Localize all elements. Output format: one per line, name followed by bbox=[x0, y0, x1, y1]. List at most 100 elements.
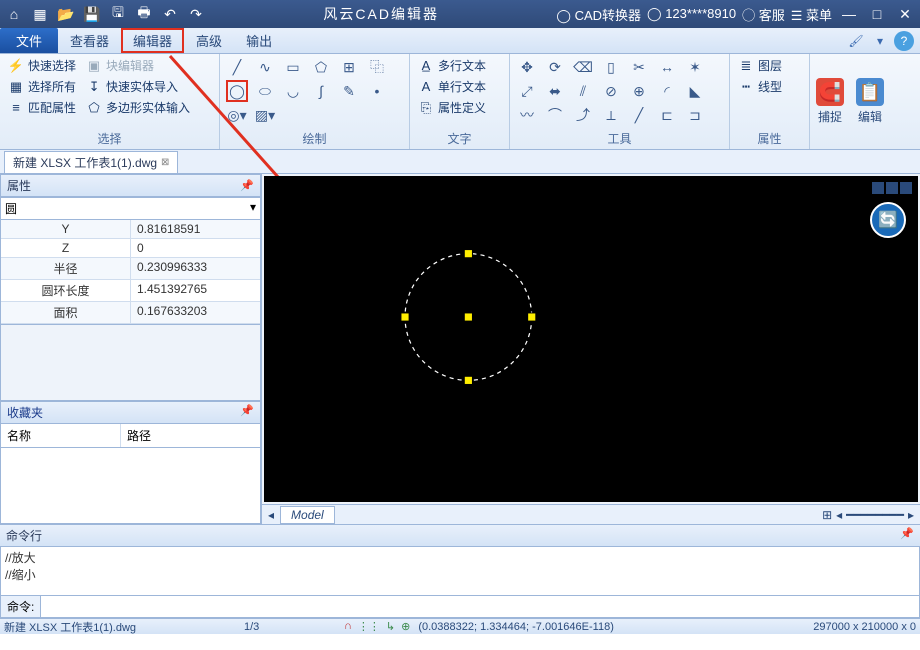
point-tool[interactable]: • bbox=[366, 80, 388, 102]
canvas-compass-icon[interactable]: 🔄 bbox=[870, 202, 906, 238]
redo-icon[interactable]: ↷ bbox=[186, 4, 206, 24]
cmd-header: 命令行📌 bbox=[0, 525, 920, 547]
save-icon[interactable]: 💾 bbox=[82, 4, 102, 24]
open-icon[interactable]: 📂 bbox=[56, 4, 76, 24]
ellipse-tool[interactable]: ⬭ bbox=[254, 80, 276, 102]
status-file: 新建 XLSX 工作表1(1).dwg bbox=[4, 619, 244, 635]
close-button[interactable]: ✕ bbox=[894, 4, 916, 24]
ring-tool[interactable]: ◎▾ bbox=[226, 104, 248, 126]
t1[interactable]: 〰 bbox=[516, 104, 538, 126]
rect-tool[interactable]: ▭ bbox=[282, 56, 304, 78]
status-fraction: 1/3 bbox=[244, 621, 344, 633]
t7[interactable]: ⊐ bbox=[684, 104, 706, 126]
polar-status-icon[interactable]: ⊕ bbox=[401, 620, 410, 633]
t2[interactable]: ⌒ bbox=[544, 104, 566, 126]
menu-link[interactable]: ☰ 菜单 bbox=[791, 5, 832, 24]
rotate-tool[interactable]: ⟳ bbox=[544, 56, 566, 78]
menu-file[interactable]: 文件 bbox=[0, 28, 58, 53]
t6[interactable]: ⊏ bbox=[656, 104, 678, 126]
app-title: 风云CAD编辑器 bbox=[206, 4, 556, 24]
array-tool[interactable]: ⊞ bbox=[338, 56, 360, 78]
status-coord: (0.0388322; 1.334464; -7.001646E-118) bbox=[418, 621, 614, 633]
group-layer-label: 属性 bbox=[736, 128, 803, 149]
menu-viewer[interactable]: 查看器 bbox=[58, 28, 121, 53]
scale-tool[interactable]: ⤢ bbox=[516, 80, 538, 102]
toolbar-paint-icon[interactable]: 🖌 bbox=[846, 31, 866, 51]
ortho-status-icon[interactable]: ↳ bbox=[386, 620, 395, 633]
join-tool[interactable]: ⊕ bbox=[628, 80, 650, 102]
saveas-icon[interactable]: 🖫 bbox=[108, 4, 128, 24]
break-tool[interactable]: ⊘ bbox=[600, 80, 622, 102]
drawing-canvas[interactable]: 🔄 bbox=[264, 176, 918, 502]
trim-tool[interactable]: ✂ bbox=[628, 56, 650, 78]
t4[interactable]: ⟂ bbox=[600, 104, 622, 126]
user-label[interactable]: ◯ 123****8910 bbox=[647, 6, 736, 22]
poly-import[interactable]: ⬠多边形实体输入 bbox=[84, 98, 192, 117]
status-dim: 297000 x 210000 x 0 bbox=[813, 621, 916, 633]
attdef[interactable]: ⎘属性定义 bbox=[416, 98, 503, 117]
erase-tool[interactable]: ⌫ bbox=[572, 56, 594, 78]
group-tools-label: 工具 bbox=[516, 128, 723, 149]
maximize-button[interactable]: □ bbox=[866, 4, 888, 24]
pin-icon[interactable]: 📌 bbox=[900, 527, 914, 544]
fav-body bbox=[0, 448, 261, 524]
toolbar-dropdown-icon[interactable]: ▾ bbox=[870, 31, 890, 51]
linetype[interactable]: ┅线型 bbox=[736, 77, 803, 96]
polyline-tool[interactable]: ∿ bbox=[254, 56, 276, 78]
toolbar-help-icon[interactable]: ? bbox=[894, 31, 914, 51]
new-icon[interactable]: ▦ bbox=[30, 4, 50, 24]
select-all[interactable]: ▦选择所有 bbox=[6, 77, 78, 96]
spline-tool[interactable]: ∫ bbox=[310, 80, 332, 102]
mtext[interactable]: A̲多行文本 bbox=[416, 56, 503, 75]
line-tool[interactable]: ╱ bbox=[226, 56, 248, 78]
t5[interactable]: ╱ bbox=[628, 104, 650, 126]
canvas-controls[interactable] bbox=[872, 182, 912, 194]
snap-button[interactable]: 🧲 捕捉 bbox=[810, 54, 850, 149]
service-link[interactable]: ◯ 客服 bbox=[742, 5, 785, 24]
circle-tool[interactable]: ◯ bbox=[226, 80, 248, 102]
menu-bar: 文件 查看器 编辑器 高级 输出 🖌 ▾ ? bbox=[0, 28, 920, 54]
menu-advanced[interactable]: 高级 bbox=[184, 28, 234, 53]
undo-icon[interactable]: ↶ bbox=[160, 4, 180, 24]
move-tool[interactable]: ✥ bbox=[516, 56, 538, 78]
snap-status-icon[interactable]: ∩ bbox=[344, 620, 352, 633]
mirror-tool[interactable]: ▯ bbox=[600, 56, 622, 78]
block-editor[interactable]: ▣块编辑器 bbox=[84, 56, 156, 75]
quick-import[interactable]: ↧快速实体导入 bbox=[84, 77, 180, 96]
pin-icon[interactable]: 📌 bbox=[240, 404, 254, 421]
fav-col-name: 名称 bbox=[1, 424, 121, 447]
copy-tool[interactable]: ⿻ bbox=[366, 56, 388, 78]
file-tab[interactable]: 新建 XLSX 工作表1(1).dwg⊠ bbox=[4, 151, 178, 173]
fillet-tool[interactable]: ◜ bbox=[656, 80, 678, 102]
t3[interactable]: ⤴ bbox=[572, 104, 594, 126]
edit-button[interactable]: 📋 编辑 bbox=[850, 54, 890, 149]
menu-output[interactable]: 输出 bbox=[234, 28, 284, 53]
match-props[interactable]: ≡匹配属性 bbox=[6, 98, 78, 117]
stretch-tool[interactable]: ⬌ bbox=[544, 80, 566, 102]
close-tab-icon[interactable]: ⊠ bbox=[161, 157, 169, 168]
layers[interactable]: ≣图层 bbox=[736, 56, 803, 75]
offset-tool[interactable]: ⫽ bbox=[572, 80, 594, 102]
print-icon[interactable]: 🖶 bbox=[134, 4, 154, 24]
chamfer-tool[interactable]: ◣ bbox=[684, 80, 706, 102]
convert-link[interactable]: ◯ CAD转换器 bbox=[556, 5, 641, 24]
stext[interactable]: A单行文本 bbox=[416, 77, 503, 96]
minimize-button[interactable]: — bbox=[838, 4, 860, 24]
ribbon: ⚡快速选择 ▣块编辑器 ▦选择所有 ↧快速实体导入 ≡匹配属性 ⬠多边形实体输入… bbox=[0, 54, 920, 150]
menu-editor[interactable]: 编辑器 bbox=[121, 28, 184, 53]
extend-tool[interactable]: ↔ bbox=[656, 56, 678, 78]
polygon-tool[interactable]: ⬠ bbox=[310, 56, 332, 78]
grid-status-icon[interactable]: ⋮⋮ bbox=[358, 620, 380, 633]
hatch-tool[interactable]: ▨▾ bbox=[254, 104, 276, 126]
pin-icon[interactable]: 📌 bbox=[240, 179, 254, 192]
quick-select[interactable]: ⚡快速选择 bbox=[6, 56, 78, 75]
arc-tool[interactable]: ◡ bbox=[282, 80, 304, 102]
app-icon: ⌂ bbox=[4, 4, 24, 24]
props-selector[interactable]: 圆▾ bbox=[0, 197, 261, 220]
group-text-label: 文字 bbox=[416, 128, 503, 149]
brush-tool[interactable]: ✎ bbox=[338, 80, 360, 102]
document-tabs: 新建 XLSX 工作表1(1).dwg⊠ bbox=[0, 150, 920, 174]
cmd-input[interactable] bbox=[41, 596, 919, 617]
explode-tool[interactable]: ✶ bbox=[684, 56, 706, 78]
cmd-history: //放大 //缩小 bbox=[0, 547, 920, 596]
